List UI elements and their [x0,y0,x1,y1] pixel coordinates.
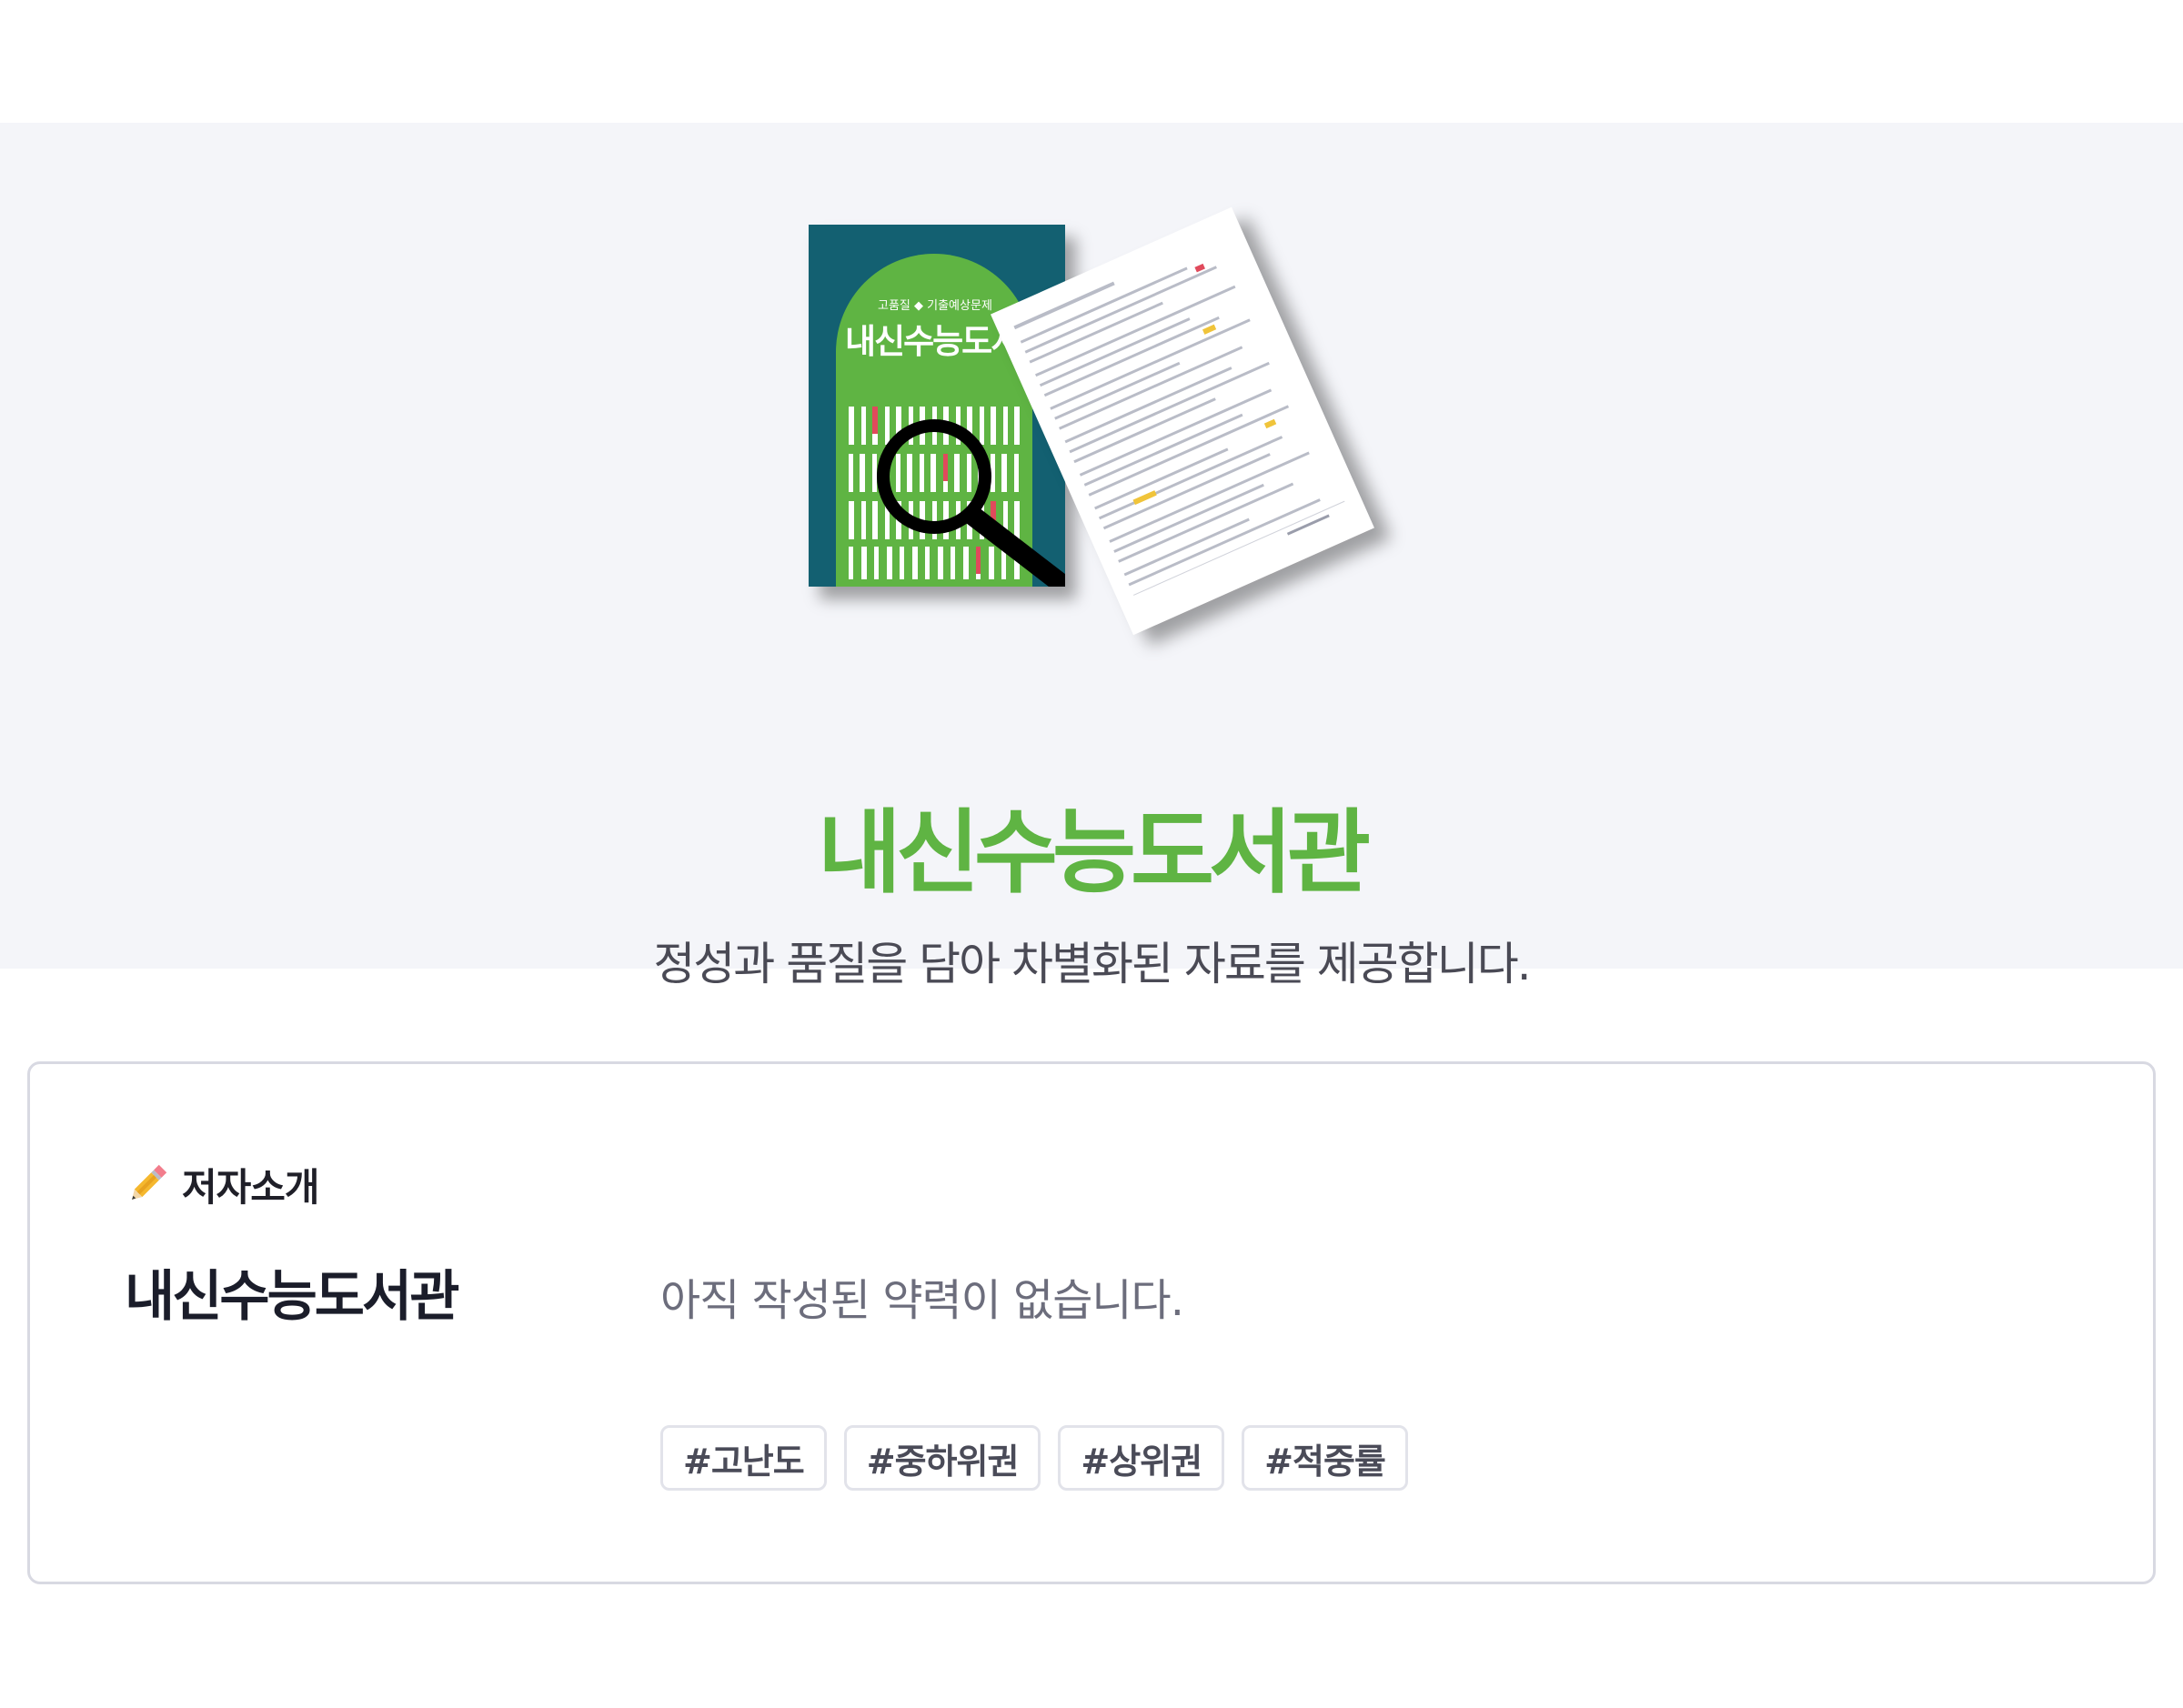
hero-title: 내신수능도서관 [818,799,1371,906]
hero-banner: 고품질 ◆ 기출예상문제 내신수능도서관 내신수능도서관 정성과 품질을 담아 … [0,123,2183,990]
pencil-icon [132,1164,167,1200]
author-card: 저자소개 내신수능도서관 아직 작성된 약력이 없습니다. #고난도 #중하위권… [27,1061,2156,1584]
author-name: 내신수능도서관 [125,1265,459,1329]
book-cover-image: 고품질 ◆ 기출예상문제 내신수능도서관 [809,225,1065,587]
tag-chip[interactable]: #상위권 [1058,1425,1225,1491]
hero-tagline: 정성과 품질을 담아 차별화된 자료를 제공합니다. [653,938,1531,990]
tag-list: #고난도 #중하위권 #상위권 #적중률 [660,1425,1408,1491]
tag-chip[interactable]: #적중률 [1242,1425,1408,1491]
tag-chip[interactable]: #중하위권 [843,1425,1041,1491]
author-bio: 아직 작성된 약력이 없습니다. [660,1275,1184,1326]
tag-chip[interactable]: #고난도 [660,1425,827,1491]
section-title: 저자소개 [182,1164,320,1210]
section-header: 저자소개 [124,1157,320,1211]
